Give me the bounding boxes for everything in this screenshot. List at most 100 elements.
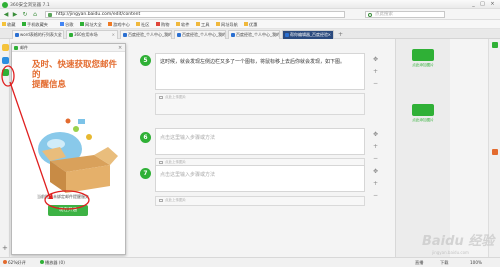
tab-close-icon[interactable]: × (166, 31, 169, 39)
move-handle-icon[interactable]: ✥ (372, 168, 379, 175)
bookmark-item[interactable]: 软件 (176, 22, 189, 28)
tab-close-icon[interactable]: × (274, 31, 277, 39)
step-text-editor[interactable] (155, 128, 365, 155)
status-item[interactable]: 直播 (415, 260, 423, 266)
browser-tab[interactable]: 360应用市场 × (66, 30, 118, 39)
status-player[interactable]: 播放器 (0) (40, 260, 65, 266)
image-upload-label: 点此上传图片 (165, 95, 186, 99)
step-image-area[interactable]: 点此上传图片 (155, 93, 365, 115)
browser-tab-active[interactable]: 帮你编辑器_百度经验 × (282, 30, 334, 39)
status-rating[interactable]: 62%好评 (3, 260, 26, 266)
maximize-button[interactable]: □ (479, 1, 486, 7)
sidebar-app-icon[interactable] (2, 69, 9, 76)
community-icon (136, 22, 140, 26)
mail-icon (14, 46, 18, 50)
add-image-button[interactable] (412, 49, 434, 61)
mail-popup: 邮件 × 及时、快速获取您邮件的 提醒信息 当前账号未绑定邮件提醒服务 现在开通 (11, 43, 126, 255)
bookmark-item[interactable]: 网址大全 (80, 22, 102, 28)
phone-icon (22, 22, 26, 26)
image-icon (159, 160, 163, 164)
tab-favicon-icon (284, 33, 289, 37)
zoom-level[interactable]: 100% (470, 260, 482, 265)
url-text: http://jingyan.baidu.com/edit/content (56, 12, 141, 17)
mail-box-illustration-icon (38, 118, 118, 193)
add-step-icon[interactable]: + (372, 68, 379, 75)
tab-close-icon[interactable]: × (58, 31, 61, 39)
tab-favicon-icon (230, 33, 235, 37)
search-icon (368, 13, 372, 17)
bookmark-item[interactable]: 手机收藏夹 (22, 22, 48, 28)
popup-header: 邮件 (12, 44, 125, 52)
sidebar-add-icon[interactable]: + (2, 244, 8, 252)
image-icon (159, 198, 163, 202)
move-handle-icon[interactable]: ✥ (372, 56, 379, 63)
popup-close-button[interactable]: × (118, 44, 122, 52)
browser-tab[interactable]: 百度经验_个人中心_我的 × (174, 30, 226, 39)
popup-title: 及时、快速获取您邮件的 提醒信息 (32, 60, 118, 90)
refresh-icon[interactable]: ↻ (21, 11, 29, 18)
title-bar: 360安全浏览器 7.1 _ □ × (0, 0, 500, 9)
bookmark-item[interactable]: 工具 (196, 22, 209, 28)
popup-footer-text: 当前账号未绑定邮件提醒服务 (37, 194, 89, 199)
url-input[interactable]: http://jingyan.baidu.com/edit/content (45, 11, 345, 18)
step-placeholder[interactable]: 点击这里输入步骤或方法 (160, 134, 215, 141)
step-text[interactable]: 这时候，就会发现左侧边栏又多了一个图标，将鼠标移上去后你就会发现，如下图。 (160, 58, 360, 65)
sidebar-app-icon[interactable] (492, 42, 498, 48)
open-now-button[interactable]: 现在开通 (48, 205, 88, 216)
move-handle-icon[interactable]: ✥ (372, 131, 379, 138)
step-placeholder[interactable]: 点击这里输入步骤或方法 (160, 171, 215, 178)
tab-favicon-icon (14, 33, 19, 37)
tab-favicon-icon (176, 33, 181, 37)
window-title: 360安全浏览器 7.1 (10, 3, 50, 8)
bookmark-item[interactable]: 社区 (136, 22, 149, 28)
browser-tab[interactable]: 百度经验_个人中心_我的 × (120, 30, 172, 39)
site-icon (48, 13, 52, 17)
step-image-area[interactable]: 点此上传图片 (155, 196, 365, 206)
delete-step-icon[interactable]: − (372, 155, 379, 162)
bookmark-item[interactable]: 游戏中心 (108, 22, 130, 28)
bookmarks-bar: 收藏 手机收藏夹 谷歌 网址大全 游戏中心 社区 购物 软件 工具 网址导航 优… (0, 20, 500, 29)
right-sidebar (488, 39, 500, 257)
right-panel: 点此添加图片 点此添加图片 (395, 39, 450, 257)
tab-bar: word表格的行列表大全 × 360应用市场 × 百度经验_个人中心_我的 × 百度经… (0, 29, 500, 39)
baidu-watermark: Baidu 经验 (422, 234, 495, 249)
nav-icon (80, 22, 84, 26)
status-bar: 62%好评 播放器 (0) 直播 下载 100% (0, 257, 500, 267)
add-image-button[interactable] (412, 104, 434, 116)
tab-close-icon[interactable]: × (220, 31, 223, 39)
back-arrow-icon[interactable]: ◀ (2, 11, 10, 18)
tab-favicon-icon (68, 33, 73, 37)
add-step-icon[interactable]: + (372, 143, 379, 150)
favorites-star-icon[interactable] (2, 44, 9, 51)
add-step-icon[interactable]: + (372, 180, 379, 187)
bookmark-item[interactable]: 优惠 (244, 22, 257, 28)
delete-step-icon[interactable]: − (372, 80, 379, 87)
game-icon (108, 22, 112, 26)
star-icon (2, 22, 6, 26)
bookmark-item[interactable]: 谷歌 (60, 22, 73, 28)
left-sidebar: + (0, 39, 10, 257)
address-bar: ◀ ▶ ↻ ⌂ http://jingyan.baidu.com/edit/co… (0, 9, 500, 20)
home-icon[interactable]: ⌂ (31, 11, 39, 18)
close-window-button[interactable]: × (489, 1, 496, 7)
bookmark-item[interactable]: 购物 (156, 22, 169, 28)
step-text-editor[interactable] (155, 165, 365, 192)
mail-icon[interactable] (2, 57, 9, 64)
step-number: 5 (140, 55, 151, 66)
bookmark-item[interactable]: 收藏 (2, 22, 15, 28)
bookmark-item[interactable]: 网址导航 (216, 22, 238, 28)
sidebar-app-icon[interactable] (492, 149, 498, 155)
browser-tab[interactable]: word表格的行列表大全 × (12, 30, 64, 39)
add-image-label: 点此添加图片 (412, 63, 434, 67)
delete-step-icon[interactable]: − (372, 192, 379, 199)
search-input[interactable]: 点此搜索 (365, 11, 445, 18)
status-item[interactable]: 下载 (440, 260, 448, 266)
forward-arrow-icon[interactable]: ▶ (11, 11, 19, 18)
google-icon (60, 22, 64, 26)
minimize-button[interactable]: _ (470, 1, 477, 7)
tab-close-icon[interactable]: × (328, 31, 331, 39)
tab-close-icon[interactable]: × (112, 31, 115, 39)
folder-icon (196, 22, 200, 26)
browser-tab[interactable]: 百度经验_个人中心_我的 × (228, 30, 280, 39)
new-tab-button[interactable]: + (338, 31, 343, 38)
